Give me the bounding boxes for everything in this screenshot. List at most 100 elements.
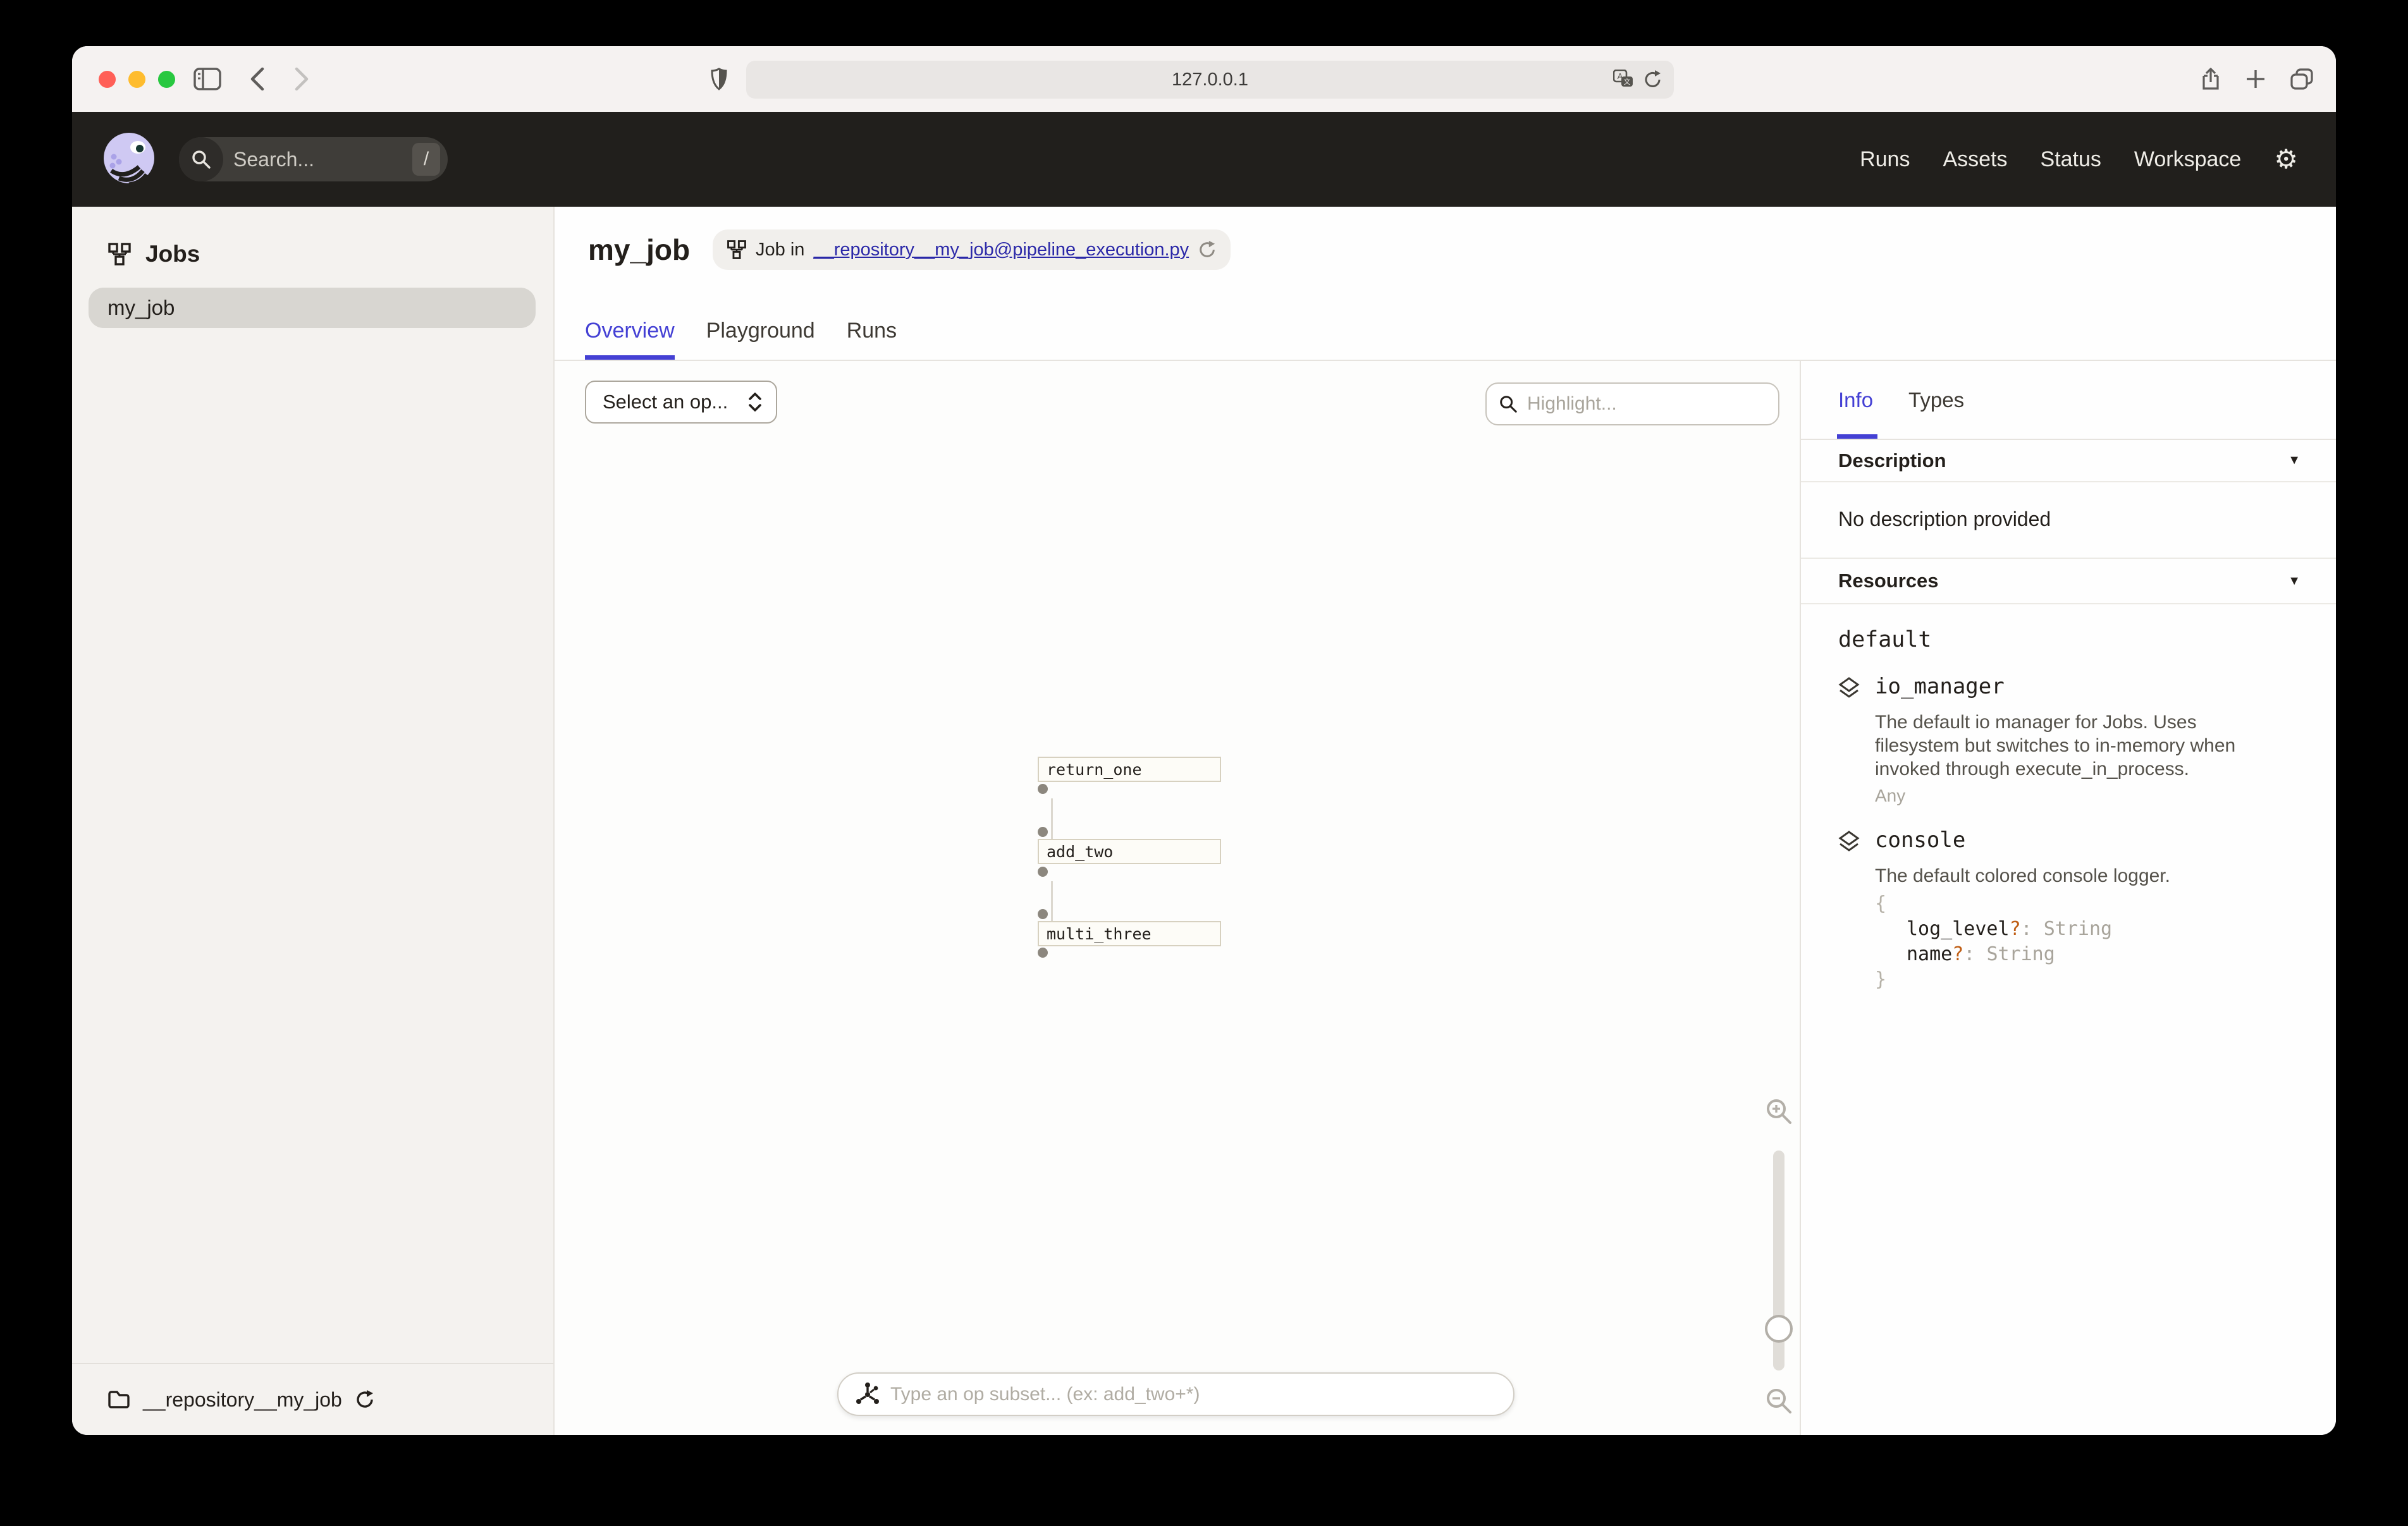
description-section-header[interactable]: Description ▼ — [1801, 440, 2336, 482]
repository-name: __repository__my_job — [143, 1388, 342, 1412]
input-port-dot[interactable] — [1038, 909, 1048, 919]
sidebar-item-my-job[interactable]: my_job — [89, 288, 536, 328]
resource-description: The default io manager for Jobs. Uses fi… — [1875, 711, 2280, 781]
dagster-logo-icon[interactable] — [100, 130, 158, 188]
back-icon[interactable] — [240, 46, 275, 112]
panel-tabs: Info Types — [1801, 361, 2336, 440]
op-selector-label: Select an op... — [603, 391, 728, 413]
zoom-out-icon[interactable] — [1764, 1386, 1793, 1415]
op-selector-dropdown[interactable]: Select an op... — [585, 381, 777, 424]
config-field-name[interactable]: name?: String — [1875, 942, 2300, 967]
op-node-multi-three[interactable]: multi_three — [1038, 921, 1221, 946]
svg-text:文: 文 — [1624, 77, 1631, 86]
sidebar-title: Jobs — [145, 241, 200, 267]
zoom-in-icon[interactable] — [1764, 1097, 1793, 1126]
edge-return-one-to-add-two — [1051, 798, 1053, 839]
job-icon — [727, 240, 747, 260]
select-caret-icon — [748, 391, 762, 413]
repository-reload-icon[interactable] — [355, 1389, 375, 1410]
op-graph-canvas[interactable]: Select an op... return_one — [555, 361, 1800, 1435]
panel-tab-types[interactable]: Types — [1908, 388, 1964, 412]
collapse-caret-icon: ▼ — [2288, 574, 2300, 589]
active-tab-underline — [1837, 434, 1877, 439]
browser-toolbar: 127.0.0.1 A文 — [72, 46, 2336, 112]
resource-config-schema: { log_level?: String name?: String } — [1875, 891, 2300, 992]
tab-overview-icon[interactable] — [2284, 46, 2319, 112]
search-placeholder: Search... — [233, 148, 412, 171]
jobs-sidebar: Jobs my_job __repository__my_job — [72, 207, 555, 1435]
op-subset-filter[interactable] — [837, 1372, 1514, 1416]
forward-icon[interactable] — [284, 46, 319, 112]
translate-icon[interactable]: A文 — [1613, 70, 1635, 90]
job-tabs: Overview Playground Runs — [585, 319, 897, 360]
resource-layers-icon — [1838, 676, 1860, 806]
resource-name: console — [1875, 827, 2300, 853]
dagster-header: Search... / Runs Assets Status Workspace… — [72, 112, 2336, 207]
new-tab-icon[interactable] — [2238, 46, 2273, 112]
op-node-add-two[interactable]: add_two — [1038, 839, 1221, 864]
panel-tab-info[interactable]: Info — [1838, 388, 1873, 412]
op-subset-graph-icon — [855, 1382, 880, 1407]
fullscreen-window-button[interactable] — [158, 71, 175, 88]
resource-console: console The default colored console logg… — [1801, 806, 2336, 992]
output-port-dot[interactable] — [1038, 784, 1048, 794]
url-bar[interactable]: 127.0.0.1 A文 — [746, 61, 1674, 99]
config-close-brace: } — [1875, 967, 2300, 992]
browser-window: 127.0.0.1 A文 — [72, 46, 2336, 1435]
config-open-brace: { — [1875, 891, 2300, 917]
folder-icon — [108, 1390, 130, 1409]
zoom-slider-thumb[interactable] — [1765, 1315, 1793, 1343]
settings-gear-icon[interactable]: ⚙ — [2274, 146, 2298, 173]
resource-io-manager: io_manager The default io manager for Jo… — [1801, 652, 2336, 806]
nav-runs[interactable]: Runs — [1860, 147, 1910, 172]
edge-add-two-to-multi-three — [1051, 881, 1053, 921]
tab-overview[interactable]: Overview — [585, 319, 675, 360]
resources-title: Resources — [1838, 570, 1939, 592]
job-origin-link[interactable]: __repository__my_job@pipeline_execution.… — [813, 240, 1189, 260]
resource-description: The default colored console logger. — [1875, 864, 2280, 888]
top-nav: Runs Assets Status Workspace ⚙ — [1860, 112, 2298, 207]
op-node-return-one[interactable]: return_one — [1038, 757, 1221, 782]
output-port-dot[interactable] — [1038, 867, 1048, 877]
minimize-window-button[interactable] — [128, 71, 145, 88]
privacy-shield-icon[interactable] — [701, 46, 737, 112]
job-origin-prefix: Job in — [756, 240, 804, 260]
highlight-input[interactable] — [1527, 393, 1771, 415]
tab-playground[interactable]: Playground — [706, 319, 815, 360]
jobs-icon — [108, 242, 132, 266]
collapse-caret-icon: ▼ — [2288, 453, 2300, 468]
page-title: my_job — [588, 233, 690, 267]
nav-workspace[interactable]: Workspace — [2134, 147, 2241, 172]
op-subset-input[interactable] — [890, 1384, 1497, 1405]
resource-name: io_manager — [1875, 674, 2300, 699]
share-icon[interactable] — [2193, 46, 2228, 112]
nav-status[interactable]: Status — [2041, 147, 2101, 172]
search-shortcut-badge: / — [412, 143, 440, 176]
url-text: 127.0.0.1 — [1172, 70, 1248, 90]
input-port-dot[interactable] — [1038, 827, 1048, 837]
resource-group-name: default — [1801, 604, 2336, 652]
resource-config-type[interactable]: Any — [1875, 786, 2300, 806]
main-area: my_job Job in __repository__my_job@pipel… — [555, 207, 2336, 1435]
resources-section-header[interactable]: Resources ▼ — [1801, 559, 2336, 604]
close-window-button[interactable] — [99, 71, 116, 88]
traffic-lights — [99, 71, 175, 88]
repository-footer[interactable]: __repository__my_job — [72, 1363, 553, 1435]
config-field-log-level[interactable]: log_level?: String — [1875, 917, 2300, 942]
job-reload-icon[interactable] — [1198, 240, 1217, 259]
description-title: Description — [1838, 449, 1946, 472]
highlight-search[interactable] — [1485, 382, 1779, 425]
nav-assets[interactable]: Assets — [1943, 147, 2007, 172]
info-panel: Info Types Description ▼ No description … — [1800, 361, 2336, 1435]
highlight-search-icon — [1498, 394, 1518, 414]
sidebar-toggle-icon[interactable] — [190, 46, 225, 112]
output-port-dot[interactable] — [1038, 948, 1048, 958]
job-header: my_job Job in __repository__my_job@pipel… — [555, 207, 2336, 361]
resource-layers-icon — [1838, 830, 1860, 992]
global-search[interactable]: Search... / — [179, 137, 448, 181]
reload-icon[interactable] — [1643, 70, 1662, 90]
tab-runs[interactable]: Runs — [847, 319, 897, 360]
description-body: No description provided — [1801, 482, 2336, 559]
search-icon — [179, 137, 223, 181]
job-origin-tag: Job in __repository__my_job@pipeline_exe… — [713, 229, 1231, 270]
